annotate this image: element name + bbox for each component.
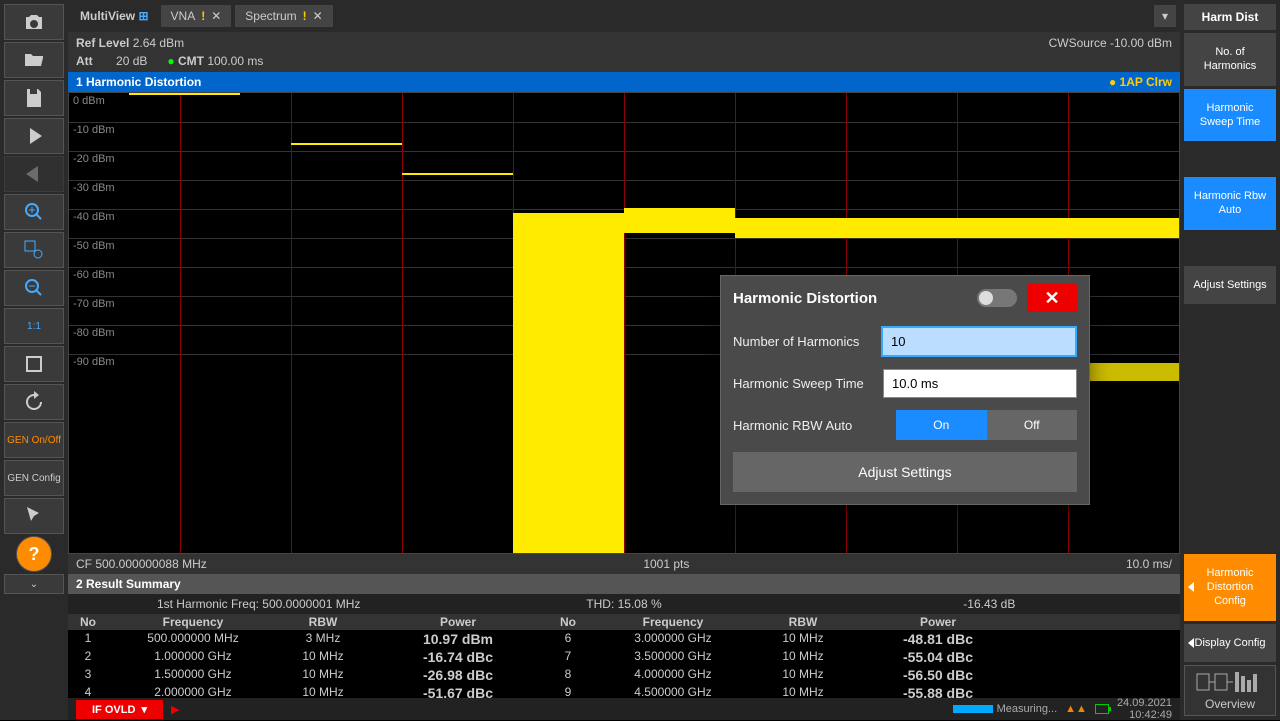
rbw-auto-button[interactable]: Harmonic Rbw Auto xyxy=(1184,177,1276,230)
panel-title: 1 Harmonic Distortion ● 1AP Clrw xyxy=(68,72,1180,92)
sweep-time-label: Harmonic Sweep Time xyxy=(733,376,875,391)
y-label: -30 dBm xyxy=(73,182,115,194)
rbw-auto-label: Harmonic RBW Auto xyxy=(733,418,888,433)
result-header: 1st Harmonic Freq: 500.0000001 MHz THD: … xyxy=(68,594,1180,614)
y-label: 0 dBm xyxy=(73,95,105,107)
table-row: 1500.000000 MHz3 MHz10.97 dBm63.000000 G… xyxy=(68,630,1180,648)
close-icon[interactable]: ✕ xyxy=(211,9,221,23)
tab-dropdown[interactable]: ▾ xyxy=(1154,5,1176,27)
pointer-icon[interactable] xyxy=(4,498,64,534)
dialog-toggle-icon[interactable] xyxy=(977,289,1017,307)
expand-icon[interactable]: ⌄ xyxy=(4,574,64,594)
overview-label: Overview xyxy=(1189,697,1271,711)
y-label: -80 dBm xyxy=(73,327,115,339)
table-header: NoFrequencyRBWPower NoFrequencyRBWPower xyxy=(68,614,1180,630)
y-label: -40 dBm xyxy=(73,211,115,223)
overview-button[interactable]: Overview xyxy=(1184,665,1276,716)
cw-source: CWSource -10.00 dBm xyxy=(1049,36,1172,50)
num-harmonics-label: Number of Harmonics xyxy=(733,334,873,349)
cmt: ● CMT 100.00 ms xyxy=(167,54,263,68)
datetime: 24.09.202110:42:49 xyxy=(1117,697,1172,721)
dialog-close-button[interactable]: ✕ xyxy=(1027,284,1077,312)
if-ovld-badge: IF OVLD ▾ xyxy=(76,700,163,719)
redo-icon[interactable] xyxy=(4,156,64,192)
undo-icon[interactable] xyxy=(4,118,64,154)
y-label: -10 dBm xyxy=(73,124,115,136)
save-icon[interactable] xyxy=(4,80,64,116)
warning-icon: ! xyxy=(303,9,307,23)
zoom-out-icon[interactable] xyxy=(4,270,64,306)
tab-vna[interactable]: VNA!✕ xyxy=(161,5,232,27)
y-label: -50 dBm xyxy=(73,240,115,252)
select-icon[interactable] xyxy=(4,346,64,382)
num-harmonics-button[interactable]: No. of Harmonics xyxy=(1184,33,1276,86)
measuring-indicator: Measuring... xyxy=(953,703,1058,715)
ref-level: Ref Level 2.64 dBm xyxy=(76,36,184,50)
y-label: -20 dBm xyxy=(73,153,115,165)
y-label: -70 dBm xyxy=(73,298,115,310)
harmonic-distortion-dialog: Harmonic Distortion ✕ Number of Harmonic… xyxy=(720,275,1090,505)
status-bar: IF OVLD ▾ ▶ Measuring... ▲▲ 24.09.202110… xyxy=(68,698,1180,720)
sweep-time-button[interactable]: Harmonic Sweep Time xyxy=(1184,89,1276,142)
left-toolbar: 1:1 GEN On/Off GEN Config ? ⌄ xyxy=(0,0,68,720)
center-freq: CF 500.000000088 MHz xyxy=(76,557,207,571)
status-arrow-icon: ▶ xyxy=(171,703,179,716)
rbw-auto-toggle[interactable]: On Off xyxy=(896,410,1077,440)
adjust-settings-button[interactable]: Adjust Settings xyxy=(1184,266,1276,304)
tab-bar: MultiView ⊞ VNA!✕ Spectrum!✕ ▾ xyxy=(68,0,1180,32)
info-bar-2: Att 20 dB ● CMT 100.00 ms xyxy=(68,54,1180,72)
trace-indicator: ● 1AP Clrw xyxy=(1109,75,1172,89)
dialog-adjust-button[interactable]: Adjust Settings xyxy=(733,452,1077,492)
rbw-on-option[interactable]: On xyxy=(896,410,987,440)
help-icon[interactable]: ? xyxy=(16,536,52,572)
refresh-icon[interactable] xyxy=(4,384,64,420)
info-bar: Ref Level 2.64 dBm CWSource -10.00 dBm xyxy=(68,32,1180,54)
tab-spectrum[interactable]: Spectrum!✕ xyxy=(235,5,332,27)
rbw-off-option[interactable]: Off xyxy=(987,410,1078,440)
num-harmonics-input[interactable] xyxy=(881,326,1077,357)
y-label: -90 dBm xyxy=(73,356,115,368)
display-config-button[interactable]: Display Config xyxy=(1184,624,1276,662)
battery-icon xyxy=(1095,704,1109,714)
y-label: -60 dBm xyxy=(73,269,115,281)
network-icon: ▲▲ xyxy=(1065,703,1087,715)
panel-heading: Harm Dist xyxy=(1184,4,1276,30)
gen-onoff-button[interactable]: GEN On/Off xyxy=(4,422,64,458)
harm-dist-config-button[interactable]: Harmonic Distortion Config xyxy=(1184,554,1276,621)
sweep-time: 10.0 ms/ xyxy=(1126,557,1172,571)
att: Att 20 dB xyxy=(76,54,147,68)
graph-footer: CF 500.000000088 MHz 1001 pts 10.0 ms/ xyxy=(68,554,1180,574)
zoom-in-icon[interactable] xyxy=(4,194,64,230)
ratio-icon[interactable]: 1:1 xyxy=(4,308,64,344)
sweep-time-input[interactable] xyxy=(883,369,1077,398)
right-panel: Harm Dist No. of Harmonics Harmonic Swee… xyxy=(1180,0,1280,720)
table-row: 31.500000 GHz10 MHz-26.98 dBc84.000000 G… xyxy=(68,666,1180,684)
multiview-label[interactable]: MultiView ⊞ xyxy=(72,9,157,23)
points: 1001 pts xyxy=(643,557,689,571)
zoom-select-icon[interactable] xyxy=(4,232,64,268)
dialog-title: Harmonic Distortion ✕ xyxy=(721,276,1089,320)
table-row: 21.000000 GHz10 MHz-16.74 dBc73.500000 G… xyxy=(68,648,1180,666)
folder-open-icon[interactable] xyxy=(4,42,64,78)
result-title: 2 Result Summary xyxy=(68,574,1180,594)
gen-config-button[interactable]: GEN Config xyxy=(4,460,64,496)
warning-icon: ! xyxy=(201,9,205,23)
close-icon[interactable]: ✕ xyxy=(313,9,323,23)
camera-icon[interactable] xyxy=(4,4,64,40)
